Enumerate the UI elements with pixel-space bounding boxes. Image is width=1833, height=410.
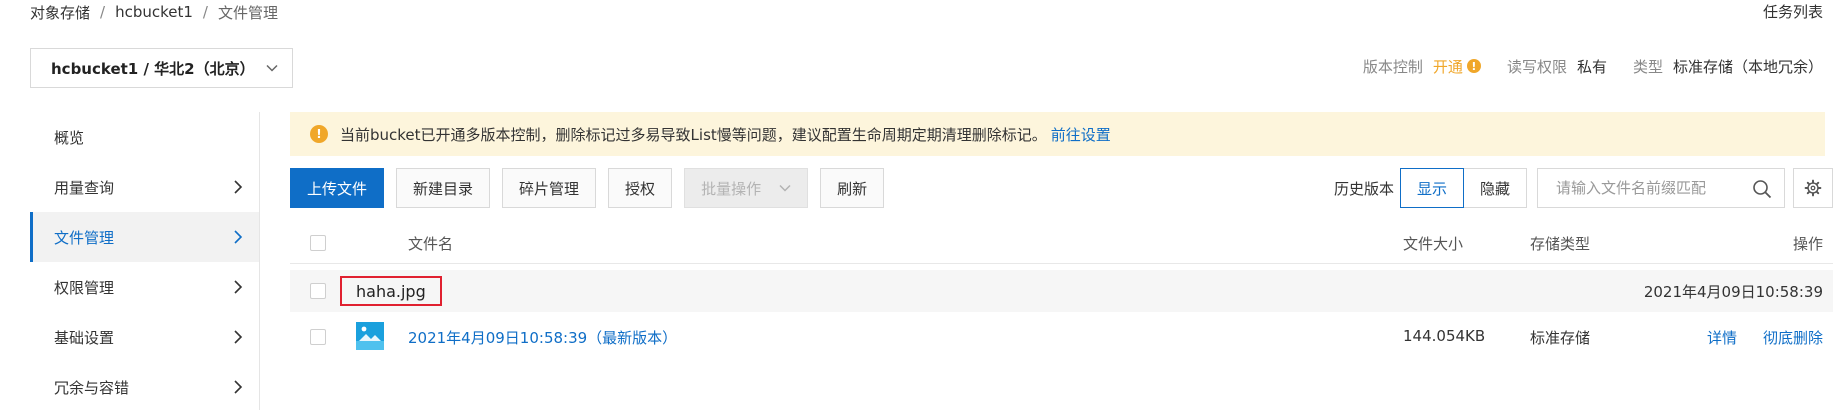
version-link[interactable]: 2021年4月09日10:58:39（最新版本） [408,327,677,348]
new-directory-button[interactable]: 新建目录 [396,168,491,208]
type-label: 类型 [1632,57,1663,76]
table-row: 2021年4月09日10:58:39（最新版本） 144.054KB 标准存储 … [290,316,1833,358]
table-row: haha.jpg 2021年4月09日10:58:39 [290,270,1833,312]
sidebar-item-label: 用量查询 [54,178,115,197]
breadcrumb-separator: / [202,3,208,21]
search-input[interactable] [1556,170,1756,206]
history-show-button[interactable]: 显示 [1400,168,1465,208]
acl-value: 私有 [1576,57,1607,76]
authorize-button[interactable]: 授权 [608,168,673,208]
fragment-management-button[interactable]: 碎片管理 [502,168,597,208]
sidebar-item-label: 概览 [54,128,85,147]
file-name[interactable]: haha.jpg [340,276,442,306]
detail-link[interactable]: 详情 [1707,327,1737,348]
sidebar-item-label: 基础设置 [54,328,115,347]
chevron-right-icon [234,180,243,194]
acl-label: 读写权限 [1506,57,1567,76]
warning-icon: ! [310,125,328,143]
notice-settings-link[interactable]: 前往设置 [1051,124,1111,145]
column-header-size: 文件大小 [1403,235,1464,253]
row-checkbox[interactable] [310,329,326,345]
history-version-label: 历史版本 [1334,179,1395,198]
search-box [1537,168,1785,208]
chevron-right-icon [234,380,243,394]
warning-icon[interactable]: ! [1466,59,1481,73]
gear-icon [1804,179,1822,197]
type-value: 标准存储（本地冗余） [1672,57,1823,76]
breadcrumb-separator: / [100,3,106,21]
sidebar-item-label: 权限管理 [54,278,115,297]
chevron-right-icon [234,280,243,294]
sidebar-item-label: 文件管理 [54,228,115,247]
notice-text: 当前bucket已开通多版本控制，删除标记过多易导致List慢等问题，建议配置生… [340,125,1047,144]
sidebar-item-redundancy[interactable]: 冗余与容错 [30,362,259,410]
chevron-right-icon [234,230,243,244]
history-version-toggle: 历史版本 显示 隐藏 [1334,168,1528,208]
toolbar: 上传文件 新建目录 碎片管理 授权 批量操作 刷新 [290,168,896,208]
sidebar-item-permissions[interactable]: 权限管理 [30,262,259,312]
chevron-right-icon [234,330,243,344]
sidebar-item-overview[interactable]: 概览 [30,112,259,162]
sidebar-item-files[interactable]: 文件管理 [30,212,259,262]
breadcrumb-bucket[interactable]: hcbucket1 [115,3,193,21]
column-header-actions: 操作 [1792,235,1823,253]
sidebar-item-label: 冗余与容错 [54,378,130,397]
column-header-name: 文件名 [408,235,454,253]
sidebar-item-settings[interactable]: 基础设置 [30,312,259,362]
image-file-icon [356,322,384,350]
task-list-link[interactable]: 任务列表 [1763,2,1823,22]
chevron-down-icon [779,184,791,192]
row-checkbox[interactable] [310,283,326,299]
sidebar: 概览 用量查询 文件管理 权限管理 基础设置 冗余与容错 [30,112,260,410]
search-icon[interactable] [1752,179,1772,199]
bucket-selector-value: hcbucket1 / 华北2（北京） [51,59,255,78]
permanent-delete-link[interactable]: 彻底删除 [1763,327,1823,348]
versioning-notice: ! 当前bucket已开通多版本控制，删除标记过多易导致List慢等问题，建议配… [290,112,1825,156]
file-date: 2021年4月09日10:58:39 [1643,283,1823,301]
sidebar-item-usage[interactable]: 用量查询 [30,162,259,212]
table-header: 文件名 文件大小 存储类型 操作 [290,222,1833,264]
versioning-status: 开通 [1432,57,1463,76]
breadcrumb-root[interactable]: 对象存储 [30,2,90,23]
breadcrumb-current: 文件管理 [217,3,278,22]
bucket-selector[interactable]: hcbucket1 / 华北2（北京） [30,48,293,88]
upload-button[interactable]: 上传文件 [290,168,385,208]
breadcrumb: 对象存储 / hcbucket1 / 文件管理 [30,2,278,22]
history-hide-button[interactable]: 隐藏 [1464,168,1528,208]
chevron-down-icon [266,64,278,72]
versioning-label: 版本控制 [1362,57,1423,76]
column-header-storage: 存储类型 [1530,235,1591,253]
storage-type: 标准存储 [1530,329,1591,347]
settings-button[interactable] [1793,168,1833,208]
bucket-meta: 版本控制 开通 ! 读写权限 私有 类型 标准存储（本地冗余） [1363,54,1823,78]
file-size: 144.054KB [1403,327,1486,345]
batch-operation-label: 批量操作 [701,179,762,198]
select-all-checkbox[interactable] [310,235,326,251]
refresh-button[interactable]: 刷新 [820,168,885,208]
batch-operation-button[interactable]: 批量操作 [684,168,809,208]
